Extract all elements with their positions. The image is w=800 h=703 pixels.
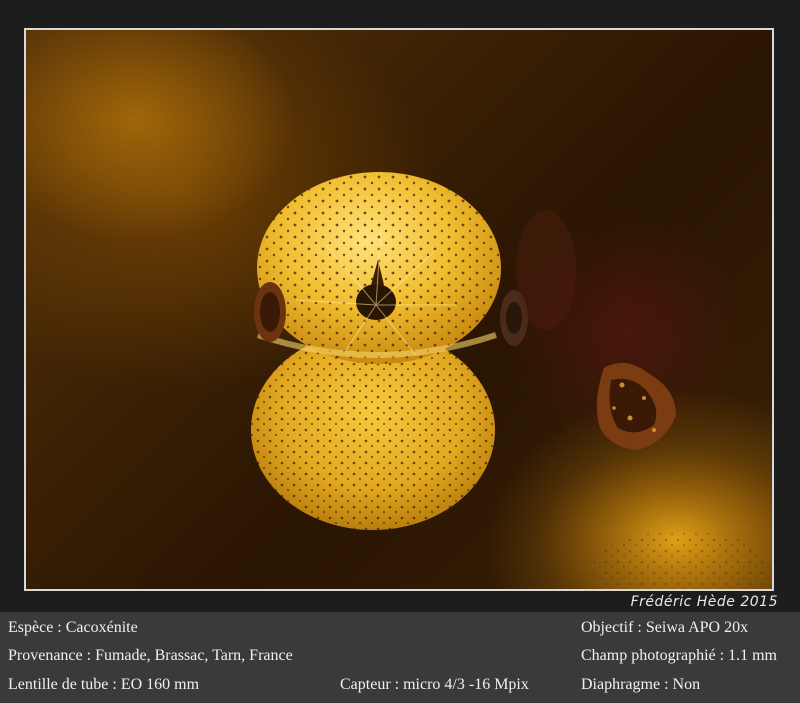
objective-label: Objectif : Seiwa APO 20x: [581, 619, 749, 636]
sensor-label: Capteur : micro 4/3 -16 Mpix: [340, 676, 529, 693]
provenance-label: Provenance : Fumade, Brassac, Tarn, Fran…: [8, 647, 293, 664]
photographer-credit: Frédéric Hède 2015: [630, 594, 778, 610]
aperture-label: Diaphragme : Non: [581, 676, 701, 693]
mineral-photograph: [24, 28, 774, 591]
cacoxenite-crystal-illustration: [251, 172, 772, 589]
photo-frame: Frédéric Hède 2015: [0, 0, 800, 612]
field-of-view-label: Champ photographié : 1.1 mm: [581, 647, 777, 664]
tube-lens-label: Lentille de tube : EO 160 mm: [8, 676, 200, 693]
species-label: Espèce : Cacoxénite: [8, 619, 138, 636]
